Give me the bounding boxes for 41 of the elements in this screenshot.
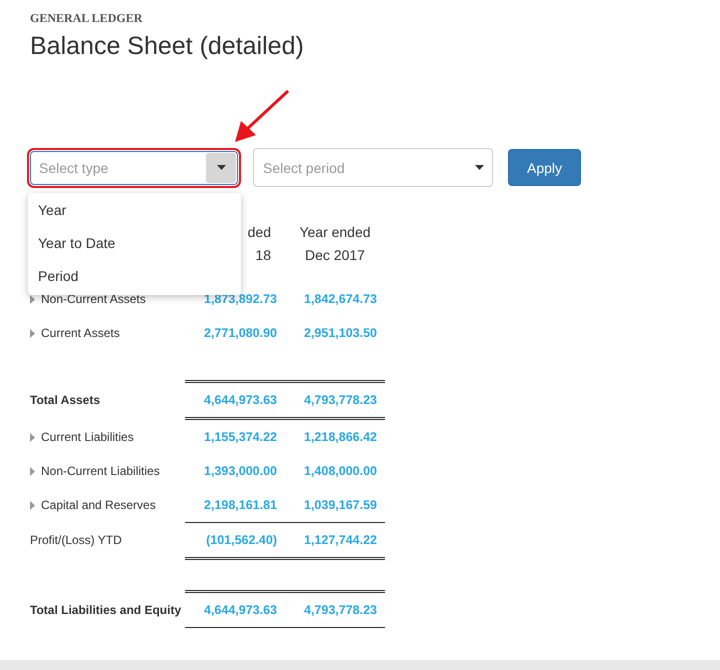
amount: 4,644,973.63: [204, 393, 277, 407]
expand-caret-icon[interactable]: [30, 500, 35, 510]
menu-option[interactable]: Period: [28, 260, 241, 292]
row-label: Non-Current Assets: [41, 292, 146, 306]
expand-caret-icon[interactable]: [30, 432, 35, 442]
expand-caret-icon[interactable]: [30, 294, 35, 304]
page-title: Balance Sheet (detailed): [30, 32, 305, 61]
row-label: Total Liabilities and Equity: [30, 603, 182, 617]
row-label: Capital and Reserves: [41, 498, 156, 512]
expand-caret-icon[interactable]: [30, 328, 35, 338]
column-header: 18: [255, 246, 271, 265]
row-label: Profit/(Loss) YTD: [30, 533, 122, 547]
row-label: Total Assets: [30, 393, 100, 407]
apply-button[interactable]: Apply: [508, 149, 581, 186]
amount: 1,408,000.00: [304, 464, 377, 478]
amount: 2,951,103.50: [304, 326, 377, 340]
amount: 1,393,000.00: [204, 464, 277, 478]
amount: 1,155,374.22: [204, 430, 277, 444]
amount: 1,873,892.73: [204, 292, 277, 306]
row-label: Current Assets: [41, 326, 120, 340]
amount: 4,793,778.23: [304, 393, 377, 407]
row-label: Non-Current Liabilities: [41, 464, 160, 478]
amount: 1,842,674.73: [304, 292, 377, 306]
amount: 1,127,744.22: [304, 533, 377, 547]
amount: (101,562.40): [206, 533, 277, 547]
amount: 1,039,167.59: [304, 498, 377, 512]
column-header: Dec 2017: [305, 246, 365, 265]
caret-down-icon: [216, 165, 226, 170]
expand-caret-icon[interactable]: [30, 466, 35, 476]
menu-option[interactable]: Year to Date: [28, 226, 241, 260]
row-label: Current Liabilities: [41, 430, 134, 444]
column-header: ded: [248, 223, 271, 242]
amount: 1,218,866.42: [304, 430, 377, 444]
menu-option[interactable]: Year: [28, 194, 241, 226]
amount: 4,793,778.23: [304, 603, 377, 617]
breadcrumb: GENERAL LEDGER: [30, 11, 144, 26]
amount: 2,771,080.90: [204, 326, 277, 340]
amount: 4,644,973.63: [204, 603, 277, 617]
amount: 2,198,161.81: [204, 498, 277, 512]
caret-down-icon: [475, 165, 484, 170]
column-header: Year ended: [299, 223, 371, 242]
